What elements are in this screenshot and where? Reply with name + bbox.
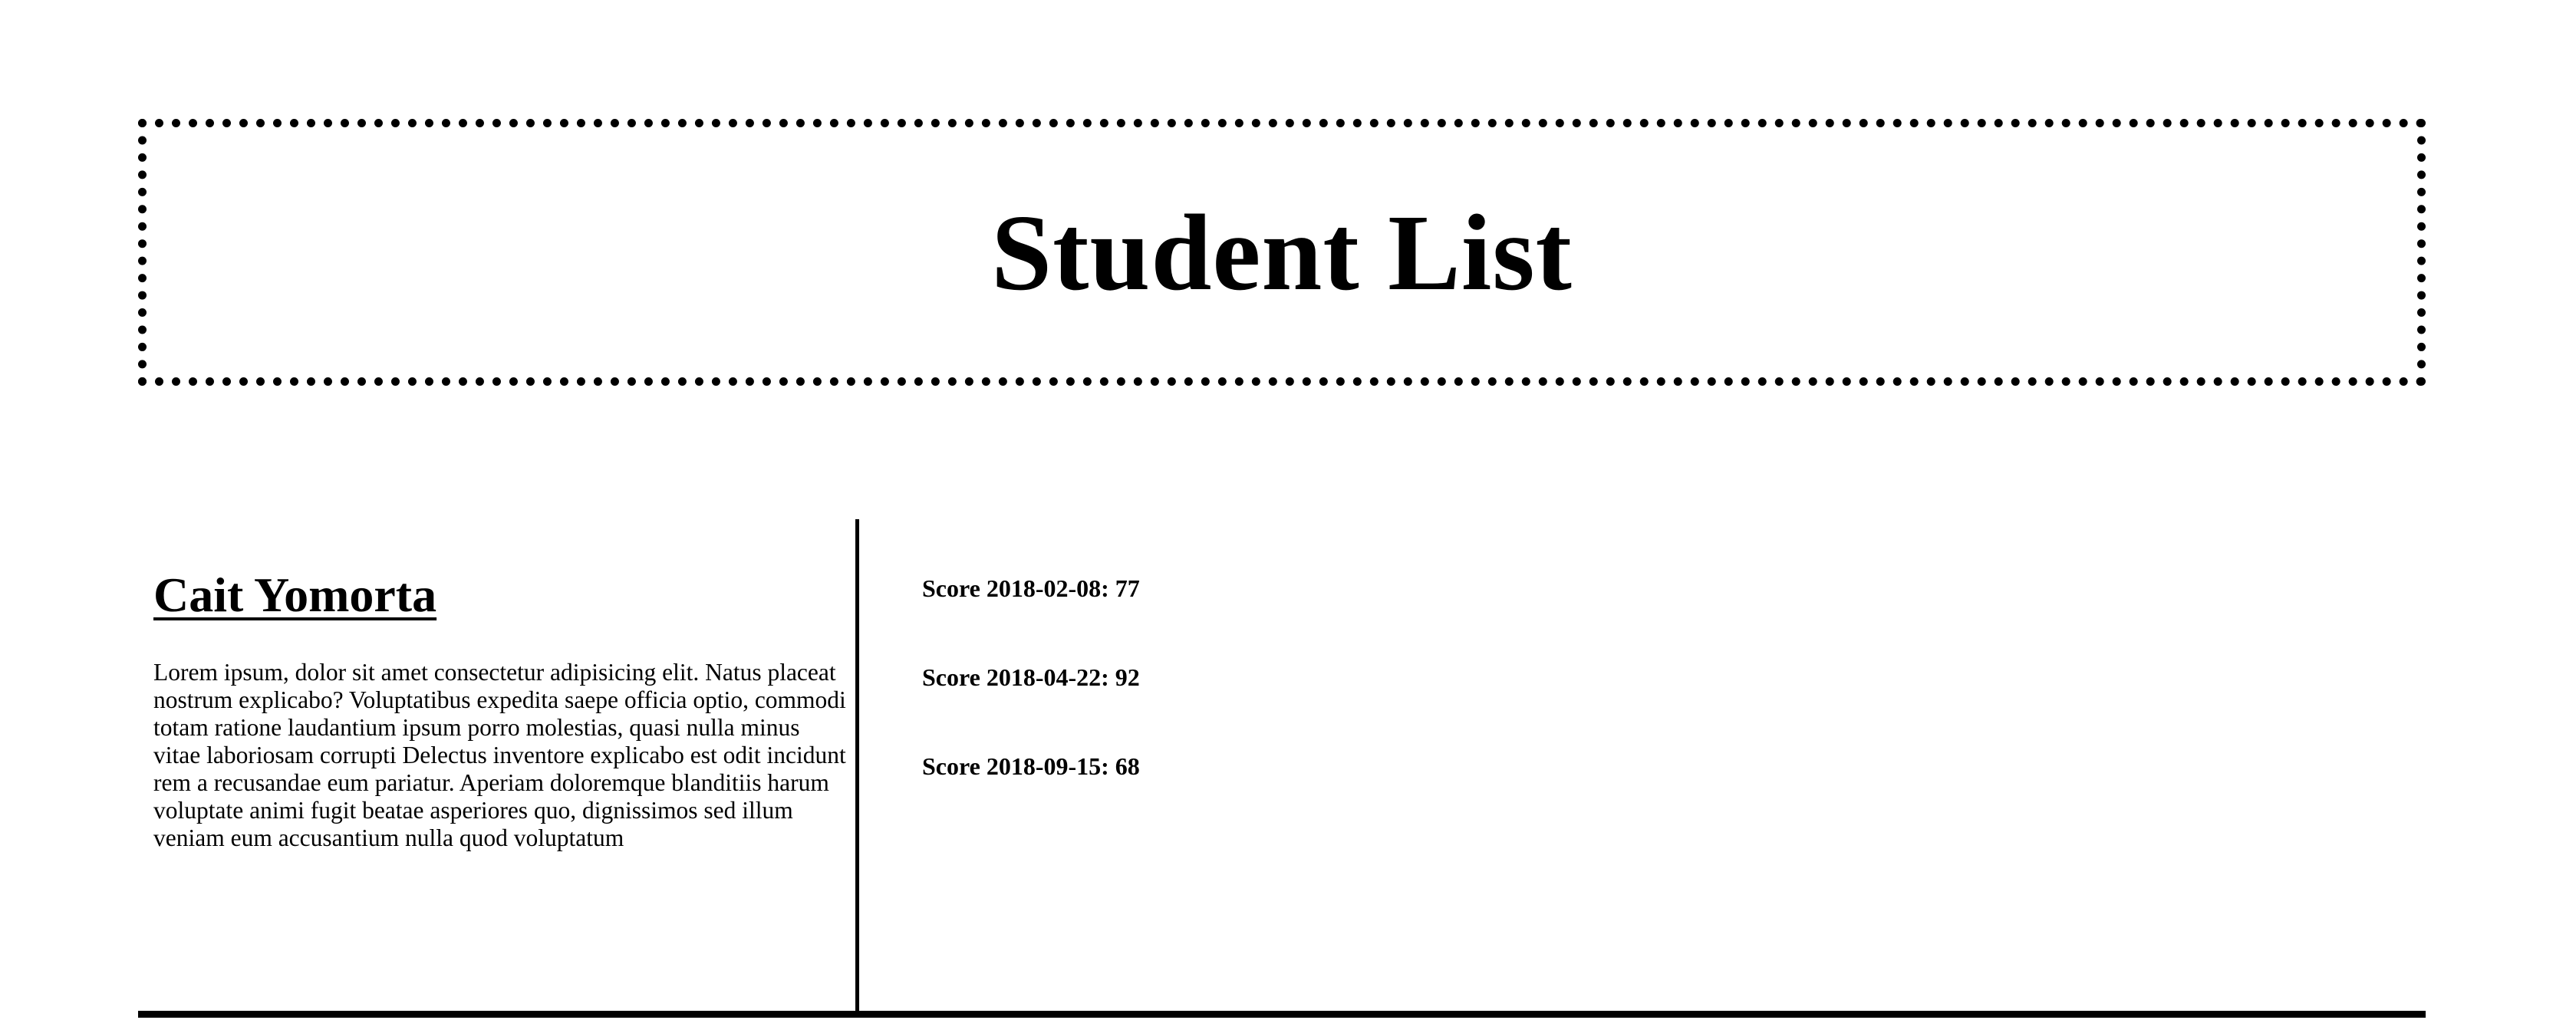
student-name: Cait Yomorta — [153, 568, 437, 622]
score-item: Score 2018-04-22: 92 — [922, 663, 1140, 691]
student-card: Cait Yomorta Lorem ipsum, dolor sit amet… — [138, 519, 2426, 1018]
page-header: Student List — [138, 119, 2426, 386]
score-item: Score 2018-02-08: 77 — [922, 574, 1140, 602]
score-list: Score 2018-02-08: 77 Score 2018-04-22: 9… — [922, 574, 1140, 841]
student-bio: Lorem ipsum, dolor sit amet consectetur … — [153, 659, 846, 851]
score-item: Score 2018-09-15: 68 — [922, 752, 1140, 780]
student-info: Cait Yomorta Lorem ipsum, dolor sit amet… — [138, 519, 859, 1011]
page-title: Student List — [991, 192, 1573, 313]
